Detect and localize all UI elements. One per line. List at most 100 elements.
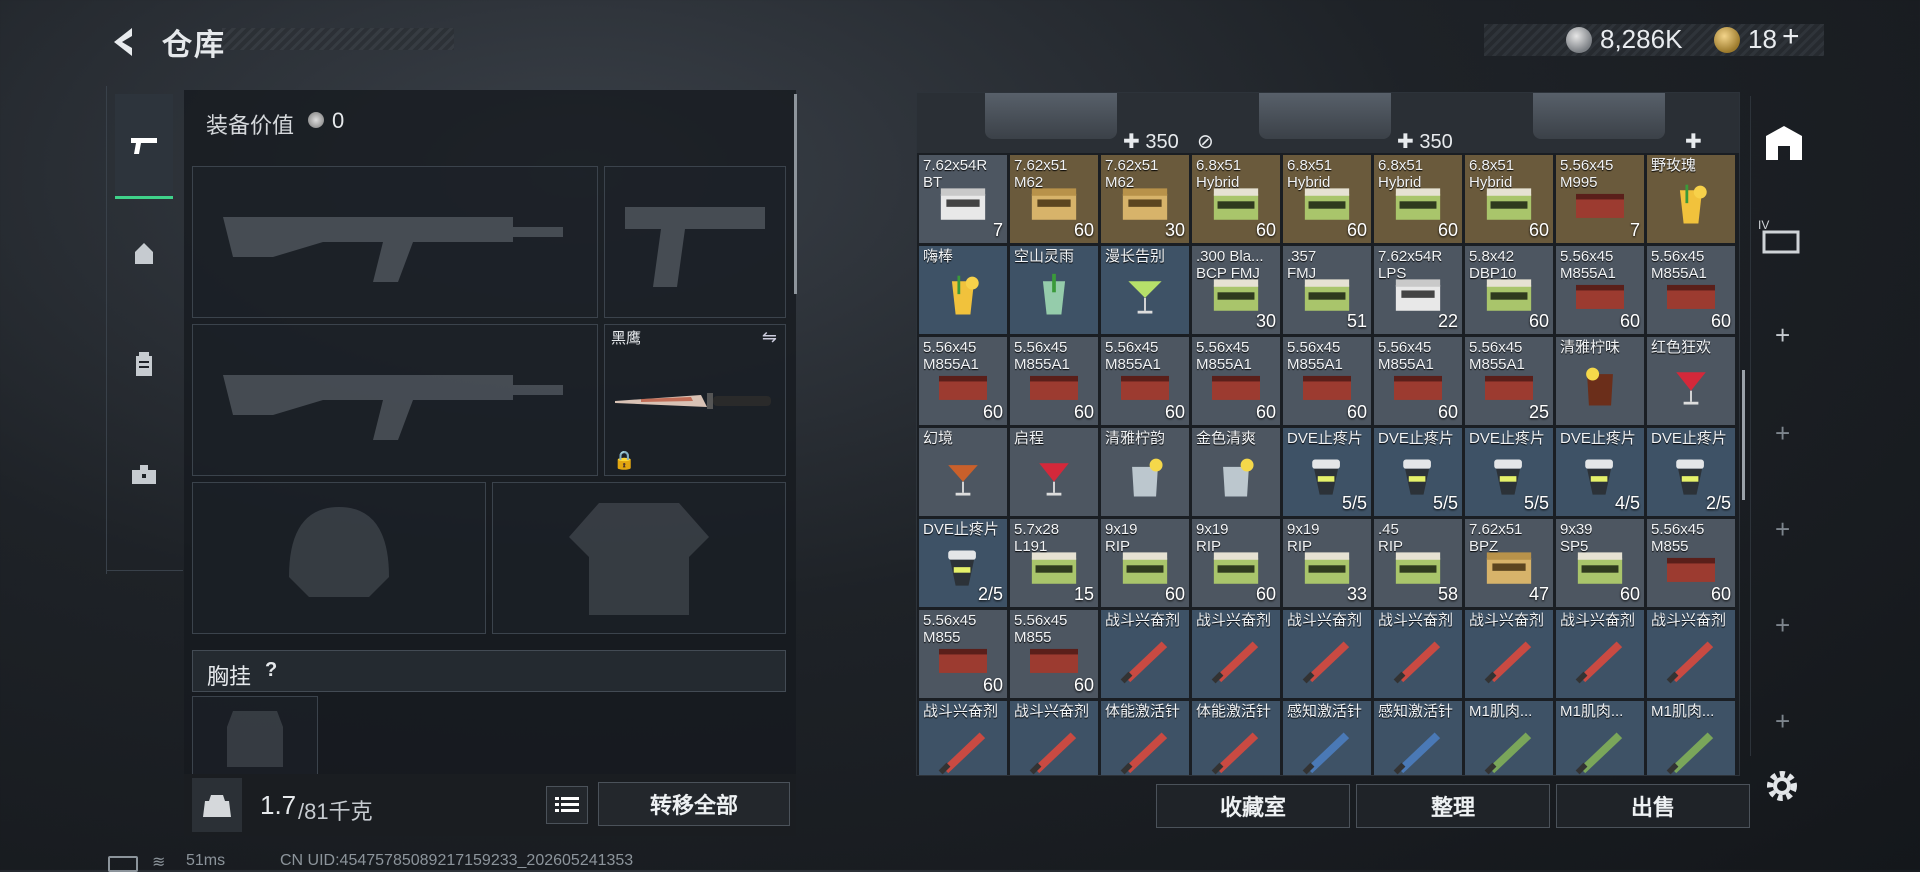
add-storage-button[interactable]: +: [1775, 418, 1790, 449]
inventory-item[interactable]: 红色狂欢: [1647, 337, 1735, 425]
inventory-item[interactable]: 嗨棒: [919, 246, 1007, 334]
inventory-item[interactable]: 6.8x51 Hybrid 60: [1192, 155, 1280, 243]
inventory-scrollbar[interactable]: [1742, 370, 1745, 500]
pistol-silhouette-icon: [625, 207, 765, 287]
chest-help-button[interactable]: ?: [265, 659, 277, 682]
inventory-item[interactable]: DVE止疼片 4/5: [1556, 428, 1644, 516]
inventory-item[interactable]: 战斗兴奋剂: [1647, 610, 1735, 698]
storage-tab-main[interactable]: [1760, 120, 1808, 168]
inventory-item[interactable]: 金色清爽: [1192, 428, 1280, 516]
inventory-item[interactable]: 5.56x45 M855A1 60: [1556, 246, 1644, 334]
inventory-item[interactable]: M1肌肉...: [1556, 701, 1644, 775]
inventory-item[interactable]: 5.8x42 DBP10 60: [1465, 246, 1553, 334]
add-storage-button[interactable]: +: [1775, 320, 1790, 351]
inventory-item[interactable]: .300 Bla... BCP FMJ 30: [1192, 246, 1280, 334]
inventory-item[interactable]: 战斗兴奋剂: [1101, 610, 1189, 698]
inventory-item[interactable]: 5.56x45 M855A1 60: [1010, 337, 1098, 425]
back-arrow-icon[interactable]: [104, 22, 144, 62]
melee-slot[interactable]: 黑鹰 ⇋ 🔒: [604, 324, 786, 476]
inventory-item[interactable]: 感知激活针: [1374, 701, 1462, 775]
inventory-item[interactable]: 5.56x45 M855A1 60: [919, 337, 1007, 425]
armor-slot[interactable]: [492, 482, 786, 634]
inventory-item[interactable]: DVE止疼片 5/5: [1465, 428, 1553, 516]
sort-button[interactable]: 整理: [1356, 784, 1550, 828]
add-storage-button[interactable]: +: [1775, 514, 1790, 545]
inventory-item[interactable]: 9x19 RIP 60: [1101, 519, 1189, 607]
settings-gear-icon[interactable]: [1762, 766, 1802, 806]
inventory-item[interactable]: 体能激活针: [1192, 701, 1280, 775]
inventory-item[interactable]: 5.56x45 M855A1 60: [1374, 337, 1462, 425]
item-count: 5/5: [1341, 493, 1367, 513]
inventory-item[interactable]: 5.56x45 M855A1 60: [1192, 337, 1280, 425]
inventory-item[interactable]: 9x39 SP5 60: [1556, 519, 1644, 607]
inventory-item[interactable]: 9x19 RIP 60: [1192, 519, 1280, 607]
item-count: 60: [1710, 311, 1731, 331]
inventory-item[interactable]: 6.8x51 Hybrid 60: [1283, 155, 1371, 243]
inventory-item[interactable]: 5.56x45 M855 60: [1010, 610, 1098, 698]
primary-weapon-slot[interactable]: [192, 166, 598, 318]
inventory-item[interactable]: .45 RIP 58: [1374, 519, 1462, 607]
inventory-item[interactable]: 清雅柠味: [1556, 337, 1644, 425]
equipment-scrollbar[interactable]: [794, 94, 797, 294]
inventory-item[interactable]: DVE止疼片 5/5: [1374, 428, 1462, 516]
secondary-weapon-slot[interactable]: [192, 324, 598, 476]
inventory-item[interactable]: 5.56x45 M855A1 60: [1647, 246, 1735, 334]
inventory-item[interactable]: .357 FMJ 51: [1283, 246, 1371, 334]
nav-toolbox[interactable]: [115, 424, 173, 526]
inventory-item[interactable]: 战斗兴奋剂: [1010, 701, 1098, 775]
inventory-item[interactable]: 5.56x45 M855 60: [919, 610, 1007, 698]
nav-gear[interactable]: [115, 204, 173, 306]
add-storage-button[interactable]: +: [1775, 610, 1790, 641]
inventory-item[interactable]: M1肌肉...: [1647, 701, 1735, 775]
inventory-item[interactable]: 7.62x51 M62 60: [1010, 155, 1098, 243]
inventory-item[interactable]: 6.8x51 Hybrid 60: [1374, 155, 1462, 243]
inventory-item[interactable]: 战斗兴奋剂: [1192, 610, 1280, 698]
helmet-slot[interactable]: [192, 482, 486, 634]
inventory-item[interactable]: 5.56x45 M855 60: [1647, 519, 1735, 607]
sell-button[interactable]: 出售: [1556, 784, 1750, 828]
add-currency-button[interactable]: +: [1782, 20, 1800, 54]
inventory-item[interactable]: 5.56x45 M855A1 60: [1101, 337, 1189, 425]
inventory-item[interactable]: 7.62x54R BT 7: [919, 155, 1007, 243]
injector-green-icon: [1484, 732, 1532, 775]
item-count: 60: [1528, 311, 1549, 331]
inventory-item[interactable]: 6.8x51 Hybrid 60: [1465, 155, 1553, 243]
chest-rig-slot[interactable]: [192, 696, 318, 778]
inventory-item[interactable]: 野玫瑰: [1647, 155, 1735, 243]
inventory-item[interactable]: 战斗兴奋剂: [1465, 610, 1553, 698]
inventory-item[interactable]: 战斗兴奋剂: [919, 701, 1007, 775]
inventory-item[interactable]: 5.56x45 M855A1 25: [1465, 337, 1553, 425]
rifle-silhouette-icon: [223, 375, 563, 440]
inventory-item[interactable]: 感知激活针: [1283, 701, 1371, 775]
inventory-item[interactable]: 5.56x45 M995 7: [1556, 155, 1644, 243]
inventory-item[interactable]: 漫长告别: [1101, 246, 1189, 334]
transfer-all-button[interactable]: 转移全部: [598, 782, 790, 826]
inventory-item[interactable]: M1肌肉...: [1465, 701, 1553, 775]
inventory-item[interactable]: 战斗兴奋剂: [1556, 610, 1644, 698]
inventory-item[interactable]: 清雅柠韵: [1101, 428, 1189, 516]
inventory-item[interactable]: 体能激活针: [1101, 701, 1189, 775]
storage-tab-iv[interactable]: IV: [1758, 216, 1808, 256]
inventory-item[interactable]: 启程: [1010, 428, 1098, 516]
inventory-item[interactable]: DVE止疼片 5/5: [1283, 428, 1371, 516]
inventory-item[interactable]: 7.62x51 M62 30: [1101, 155, 1189, 243]
inventory-item[interactable]: 战斗兴奋剂: [1374, 610, 1462, 698]
inventory-item[interactable]: 9x19 RIP 33: [1283, 519, 1371, 607]
nav-weapons[interactable]: [115, 94, 173, 199]
add-storage-button[interactable]: +: [1775, 706, 1790, 737]
wifi-icon: ≋: [152, 854, 166, 871]
nav-backpack[interactable]: [115, 314, 173, 416]
inventory-item[interactable]: 7.62x54R LPS 22: [1374, 246, 1462, 334]
swap-icon[interactable]: ⇋: [762, 327, 777, 348]
inventory-item[interactable]: 5.7x28 L191 15: [1010, 519, 1098, 607]
inventory-item[interactable]: 5.56x45 M855A1 60: [1283, 337, 1371, 425]
list-view-button[interactable]: [546, 786, 588, 824]
pistol-slot[interactable]: [604, 166, 786, 318]
inventory-item[interactable]: 7.62x51 BPZ 47: [1465, 519, 1553, 607]
inventory-item[interactable]: 战斗兴奋剂: [1283, 610, 1371, 698]
inventory-item[interactable]: 幻境: [919, 428, 1007, 516]
inventory-item[interactable]: DVE止疼片 2/5: [1647, 428, 1735, 516]
inventory-item[interactable]: DVE止疼片 2/5: [919, 519, 1007, 607]
inventory-item[interactable]: 空山灵雨: [1010, 246, 1098, 334]
collection-room-button[interactable]: 收藏室: [1156, 784, 1350, 828]
